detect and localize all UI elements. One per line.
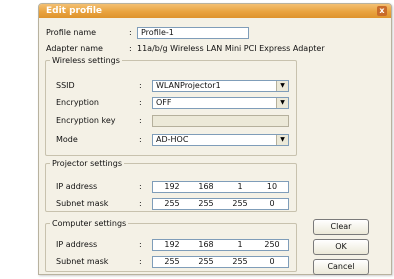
colon: : <box>139 257 142 266</box>
colon: : <box>139 116 142 125</box>
encryption-select[interactable]: OFF ▼ <box>152 97 289 109</box>
mask-octet: 0 <box>269 199 275 208</box>
colon: : <box>139 240 142 249</box>
close-icon[interactable]: x <box>377 6 387 16</box>
ip-octet: 168 <box>198 240 214 249</box>
computer-ip-input[interactable]: 192 168 1 250 <box>152 239 289 251</box>
adapter-name-label: Adapter name <box>46 44 103 53</box>
colon: : <box>139 98 142 107</box>
ip-octet: 192 <box>164 182 180 191</box>
projector-mask-label: Subnet mask <box>56 199 109 208</box>
ip-octet: 250 <box>264 240 280 249</box>
mask-octet: 255 <box>164 199 180 208</box>
ip-octet: 168 <box>198 182 214 191</box>
mode-value: AD-HOC <box>156 135 189 144</box>
title-bar[interactable]: Edit profile x <box>39 4 391 18</box>
edit-profile-dialog: Edit profile x Profile name : Profile-1 … <box>38 3 392 275</box>
mode-select[interactable]: AD-HOC ▼ <box>152 134 289 146</box>
mask-octet: 255 <box>232 199 248 208</box>
colon: : <box>139 182 142 191</box>
mask-octet: 255 <box>164 257 180 266</box>
ip-octet: 192 <box>164 240 180 249</box>
wireless-settings-legend: Wireless settings <box>52 56 120 65</box>
dropdown-arrow-icon[interactable]: ▼ <box>276 135 288 145</box>
ssid-value: WLANProjector1 <box>156 81 221 90</box>
dialog-title: Edit profile <box>46 6 103 16</box>
encryption-key-label: Encryption key <box>56 116 116 125</box>
computer-mask-input[interactable]: 255 255 255 0 <box>152 256 289 268</box>
ip-octet: 10 <box>266 182 278 191</box>
mask-octet: 255 <box>232 257 248 266</box>
mode-label: Mode <box>56 135 78 144</box>
projector-mask-input[interactable]: 255 255 255 0 <box>152 198 289 210</box>
colon: : <box>139 81 142 90</box>
ssid-label: SSID <box>56 81 75 90</box>
projector-ip-input[interactable]: 192 168 1 10 <box>152 181 289 193</box>
mask-octet: 255 <box>198 199 214 208</box>
dropdown-arrow-icon[interactable]: ▼ <box>276 98 288 108</box>
encryption-value: OFF <box>156 98 172 107</box>
ssid-select[interactable]: WLANProjector1 ▼ <box>152 80 289 92</box>
encryption-key-input[interactable] <box>152 115 289 127</box>
ip-octet: 1 <box>237 182 243 191</box>
profile-name-input[interactable]: Profile-1 <box>137 27 249 39</box>
colon: : <box>139 199 142 208</box>
colon: : <box>139 135 142 144</box>
projector-ip-label: IP address <box>56 182 98 191</box>
computer-settings-legend: Computer settings <box>52 219 127 228</box>
profile-name-label: Profile name <box>46 28 97 37</box>
clear-button[interactable]: Clear <box>313 219 369 235</box>
projector-settings-legend: Projector settings <box>52 159 122 168</box>
mask-octet: 255 <box>198 257 214 266</box>
colon: : <box>129 28 132 37</box>
computer-ip-label: IP address <box>56 240 98 249</box>
encryption-label: Encryption <box>56 98 99 107</box>
adapter-name-value: 11a/b/g Wireless LAN Mini PCI Express Ad… <box>137 44 325 53</box>
ip-octet: 1 <box>237 240 243 249</box>
cancel-button[interactable]: Cancel <box>313 259 369 275</box>
computer-mask-label: Subnet mask <box>56 257 109 266</box>
colon: : <box>129 44 132 53</box>
dropdown-arrow-icon[interactable]: ▼ <box>276 81 288 91</box>
ok-button[interactable]: OK <box>313 239 369 255</box>
mask-octet: 0 <box>269 257 275 266</box>
